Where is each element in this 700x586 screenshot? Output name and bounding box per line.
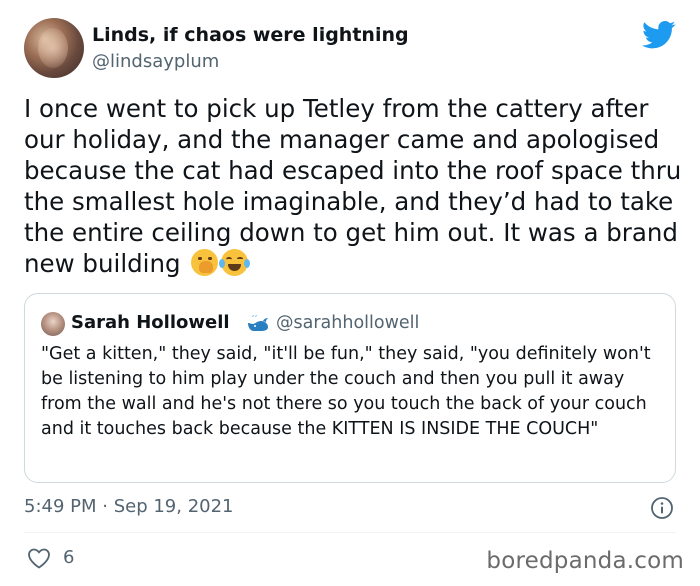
- tweet-text: I once went to pick up Tetley from the c…: [24, 94, 682, 278]
- face-with-hand-over-mouth-emoji: [191, 249, 219, 276]
- quoted-author-handle: @sarahhollowell: [276, 313, 420, 333]
- quoted-tweet[interactable]: Sarah Hollowell @sarahhollowell "Get a k…: [24, 293, 676, 483]
- heart-icon[interactable]: [27, 547, 51, 569]
- tweet-header: Linds, if chaos were lightning @lindsayp…: [24, 18, 680, 80]
- author-avatar[interactable]: [24, 18, 84, 78]
- like-count: 6: [63, 547, 75, 568]
- twitter-bird-icon[interactable]: [642, 20, 676, 50]
- boredpanda-watermark: boredpanda.com: [486, 548, 684, 574]
- tweet-body: I once went to pick up Tetley from the c…: [24, 93, 684, 279]
- tweet-card: Linds, if chaos were lightning @lindsayp…: [0, 0, 700, 586]
- author-display-name[interactable]: Linds, if chaos were lightning: [92, 24, 409, 46]
- quoted-author-avatar: [41, 312, 65, 336]
- face-with-tears-of-joy-emoji: [219, 249, 251, 276]
- info-icon[interactable]: [650, 496, 674, 520]
- author-handle[interactable]: @lindsayplum: [92, 51, 219, 72]
- divider: [24, 532, 676, 533]
- quoted-tweet-text: "Get a kitten," they said, "it'll be fun…: [41, 344, 651, 439]
- quoted-author-name: Sarah Hollowell: [71, 312, 230, 333]
- tweet-timestamp[interactable]: 5:49 PM · Sep 19, 2021: [24, 496, 234, 517]
- whale-icon: [248, 315, 268, 331]
